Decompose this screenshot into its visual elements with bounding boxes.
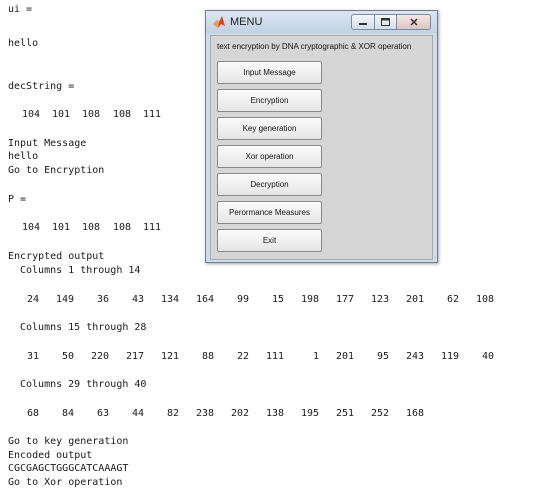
value-cell: 15 bbox=[271, 294, 284, 305]
value-cell: 40 bbox=[481, 351, 494, 362]
value-cell: 111 bbox=[265, 351, 284, 362]
output-line: hello bbox=[8, 151, 39, 162]
value-cell: 149 bbox=[55, 294, 74, 305]
output-line: hello bbox=[8, 38, 39, 49]
value-cell: 63 bbox=[96, 408, 109, 419]
decryption-button[interactable]: Decryption bbox=[217, 173, 322, 196]
value-cell: 88 bbox=[201, 351, 214, 362]
value-cell: 252 bbox=[370, 408, 389, 419]
input-message-button[interactable]: Input Message bbox=[217, 61, 322, 84]
value-cell: 108 bbox=[475, 294, 494, 305]
value-cell: 50 bbox=[61, 351, 74, 362]
output-line: Go to Xor operation bbox=[8, 477, 123, 488]
value-cell: 111 bbox=[142, 222, 161, 233]
value-cell: 177 bbox=[335, 294, 354, 305]
menu-window: MENU text encryption by DNA cryptographi… bbox=[205, 10, 438, 263]
value-cell: 84 bbox=[61, 408, 74, 419]
value-cell: 111 bbox=[142, 109, 161, 120]
value-cell: 43 bbox=[131, 294, 144, 305]
output-line: Go to Encryption bbox=[8, 165, 105, 176]
output-line: ui = bbox=[8, 4, 33, 15]
value-cell: 44 bbox=[131, 408, 144, 419]
value-cell: 220 bbox=[90, 351, 109, 362]
value-cell: 195 bbox=[300, 408, 319, 419]
value-cell: 99 bbox=[236, 294, 249, 305]
exit-button[interactable]: Exit bbox=[217, 229, 322, 252]
value-cell: 36 bbox=[96, 294, 109, 305]
menu-heading: text encryption by DNA cryptographic & X… bbox=[217, 42, 412, 51]
value-cell: 134 bbox=[160, 294, 179, 305]
value-cell: 238 bbox=[195, 408, 214, 419]
minimize-button[interactable] bbox=[351, 14, 375, 30]
output-line: Input Message bbox=[8, 138, 87, 149]
output-line: Encrypted output bbox=[8, 251, 105, 262]
window-titlebar[interactable]: MENU bbox=[206, 11, 437, 33]
value-cell: 138 bbox=[265, 408, 284, 419]
encoded-output-value: CGCGAGCTGGGCATCAAAGT bbox=[8, 463, 129, 474]
value-cell: 95 bbox=[376, 351, 389, 362]
key-generation-button[interactable]: Key generation bbox=[217, 117, 322, 140]
value-cell: 251 bbox=[335, 408, 354, 419]
columns-header: Columns 15 through 28 bbox=[20, 322, 147, 333]
value-cell: 1 bbox=[312, 351, 319, 362]
encryption-button[interactable]: Encryption bbox=[217, 89, 322, 112]
window-controls bbox=[351, 14, 431, 30]
output-line: Go to key generation bbox=[8, 436, 129, 447]
value-cell: 217 bbox=[125, 351, 144, 362]
value-cell: 201 bbox=[405, 294, 424, 305]
value-cell: 82 bbox=[166, 408, 179, 419]
value-cell: 201 bbox=[335, 351, 354, 362]
columns-header: Columns 29 through 40 bbox=[20, 379, 147, 390]
value-cell: 22 bbox=[236, 351, 249, 362]
maximize-icon bbox=[381, 18, 390, 26]
value-cell: 202 bbox=[230, 408, 249, 419]
value-cell: 123 bbox=[370, 294, 389, 305]
output-line: decString = bbox=[8, 81, 75, 92]
value-cell: 164 bbox=[195, 294, 214, 305]
value-cell: 119 bbox=[440, 351, 459, 362]
value-cell: 168 bbox=[405, 408, 424, 419]
matlab-icon bbox=[213, 16, 225, 28]
value-cell: 198 bbox=[300, 294, 319, 305]
columns-header: Columns 1 through 14 bbox=[20, 265, 141, 276]
output-line: P = bbox=[8, 194, 27, 205]
menu-panel: text encryption by DNA cryptographic & X… bbox=[210, 35, 433, 260]
xor-operation-button[interactable]: Xor operation bbox=[217, 145, 322, 168]
close-button[interactable] bbox=[397, 14, 431, 30]
window-title: MENU bbox=[230, 16, 263, 28]
performance-measures-button[interactable]: Perormance Measures bbox=[217, 201, 322, 224]
output-line: Encoded output bbox=[8, 450, 93, 461]
close-icon bbox=[409, 18, 418, 26]
value-cell: 243 bbox=[405, 351, 424, 362]
value-cell: 121 bbox=[160, 351, 179, 362]
value-cell: 62 bbox=[446, 294, 459, 305]
maximize-button[interactable] bbox=[375, 14, 397, 30]
minimize-icon bbox=[359, 23, 367, 25]
